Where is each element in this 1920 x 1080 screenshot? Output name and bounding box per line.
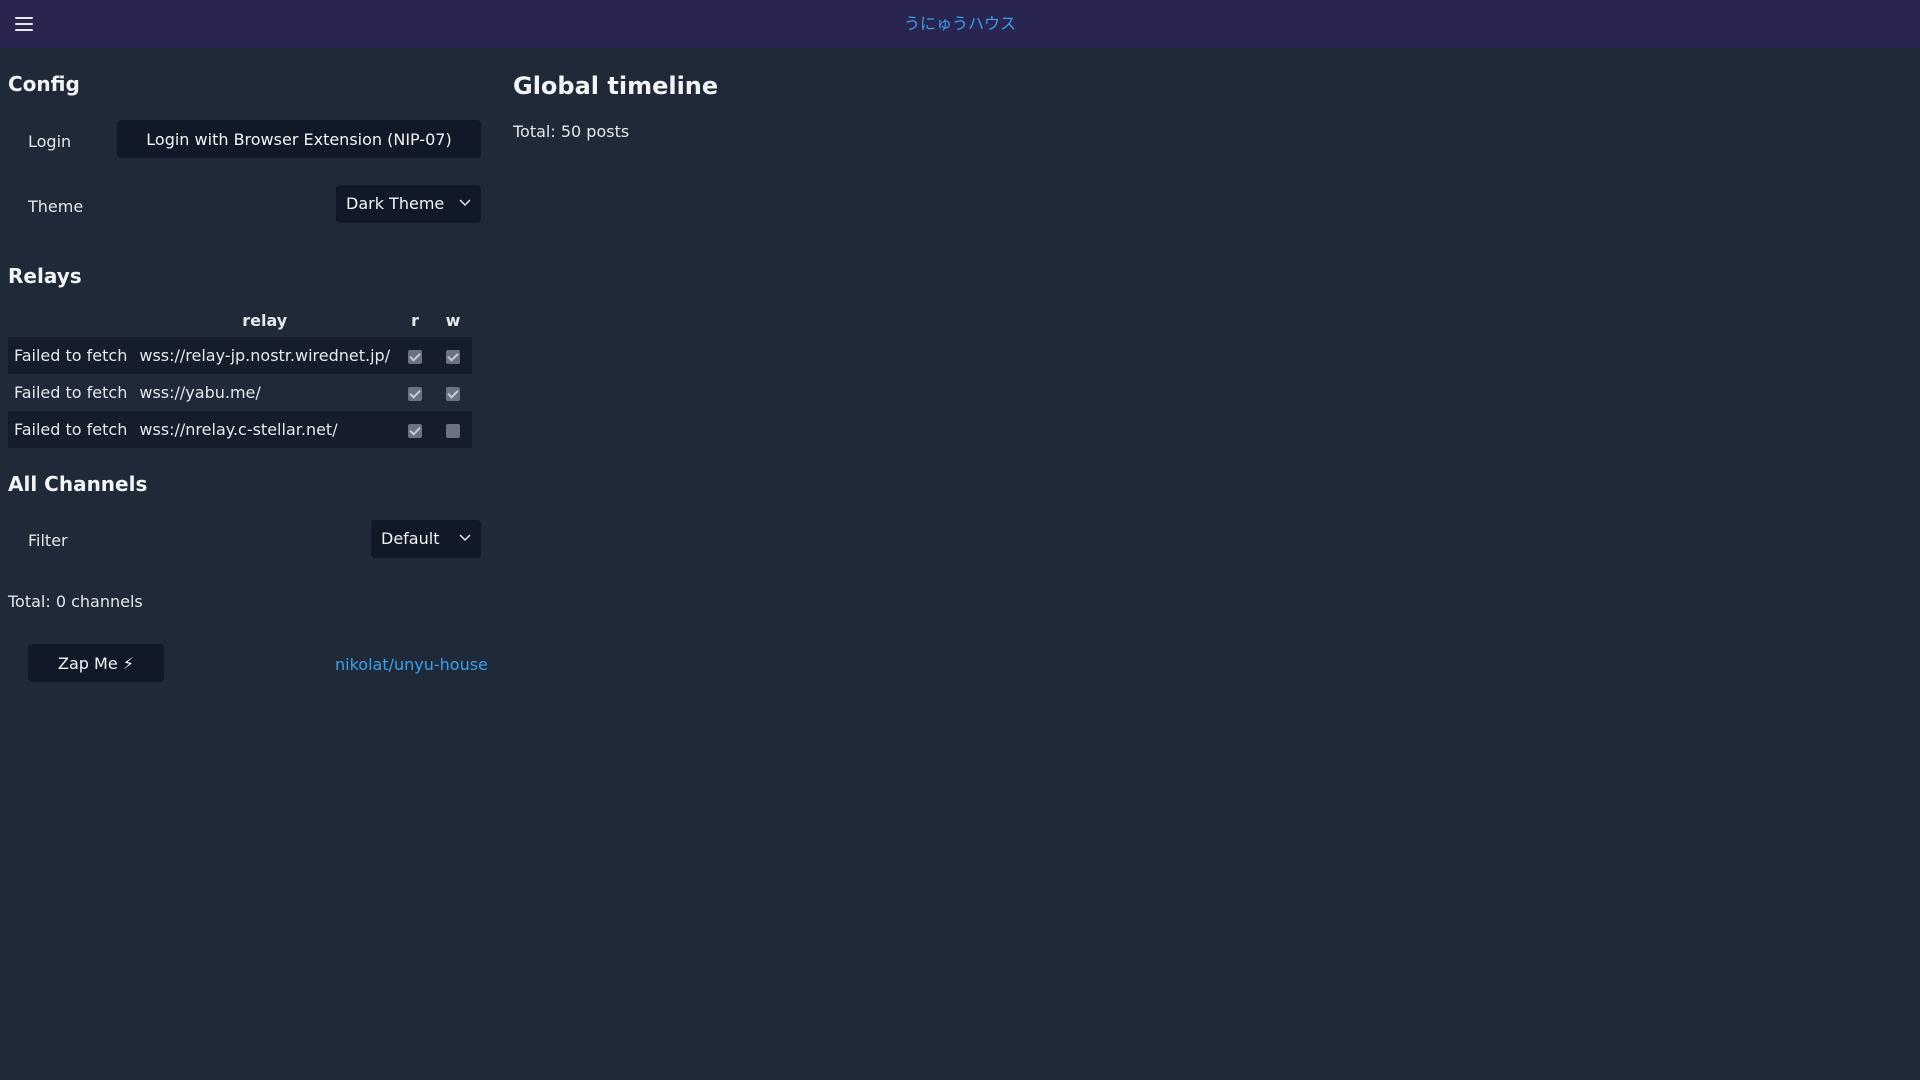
zap-me-button[interactable]: Zap Me ⚡ bbox=[28, 644, 164, 682]
relays-heading: Relays bbox=[8, 264, 82, 288]
repo-link[interactable]: nikolat/unyu-house bbox=[335, 655, 488, 674]
write-column-header: w bbox=[445, 310, 461, 330]
relay-row: Failed to fetch wss://nrelay.c-stellar.n… bbox=[8, 411, 472, 448]
relay-read-checkbox[interactable] bbox=[408, 349, 423, 364]
theme-select[interactable]: Dark Theme bbox=[336, 185, 481, 223]
relay-table-header: relay r w bbox=[8, 303, 472, 337]
posts-total: Total: 50 posts bbox=[513, 122, 630, 141]
filter-select-value: Default bbox=[381, 529, 440, 548]
status-column-header bbox=[8, 303, 133, 337]
relay-url: wss://relay-jp.nostr.wirednet.jp/ bbox=[133, 337, 397, 374]
channels-total: Total: 0 channels bbox=[8, 592, 143, 611]
channel-filter-select[interactable]: Default bbox=[371, 520, 481, 558]
relay-row: Failed to fetch wss://relay-jp.nostr.wir… bbox=[8, 337, 472, 374]
relay-status: Failed to fetch bbox=[8, 337, 134, 374]
filter-label: Filter bbox=[28, 531, 68, 550]
theme-label: Theme bbox=[28, 197, 84, 216]
all-channels-heading: All Channels bbox=[8, 472, 148, 496]
relay-write-checkbox[interactable] bbox=[446, 349, 461, 364]
relay-url: wss://nrelay.c-stellar.net/ bbox=[133, 411, 397, 448]
relay-read-checkbox[interactable] bbox=[408, 423, 423, 438]
config-heading: Config bbox=[8, 72, 80, 96]
login-label: Login bbox=[28, 132, 72, 151]
site-title-link[interactable]: うにゅうハウス bbox=[904, 14, 1016, 33]
chevron-down-icon bbox=[459, 199, 471, 207]
relay-row: Failed to fetch wss://yabu.me/ bbox=[8, 374, 472, 411]
relay-write-checkbox[interactable] bbox=[446, 386, 461, 401]
relay-url: wss://yabu.me/ bbox=[139, 383, 261, 402]
hamburger-menu-icon[interactable] bbox=[12, 14, 36, 34]
relay-status: Failed to fetch bbox=[14, 383, 128, 402]
relay-status: Failed to fetch bbox=[8, 411, 134, 448]
relay-column-header: relay bbox=[242, 310, 288, 330]
login-nip07-button[interactable]: Login with Browser Extension (NIP-07) bbox=[117, 120, 481, 158]
timeline-title: Global timeline bbox=[513, 72, 719, 100]
top-bar: うにゅうハウス bbox=[0, 0, 1920, 48]
chevron-down-icon bbox=[459, 534, 471, 542]
relay-write-checkbox[interactable] bbox=[446, 423, 461, 438]
relay-table: relay r w Failed to fetch wss://relay-jp… bbox=[8, 303, 472, 448]
read-column-header: r bbox=[411, 310, 420, 330]
relay-read-checkbox[interactable] bbox=[408, 386, 423, 401]
theme-select-value: Dark Theme bbox=[346, 194, 445, 213]
